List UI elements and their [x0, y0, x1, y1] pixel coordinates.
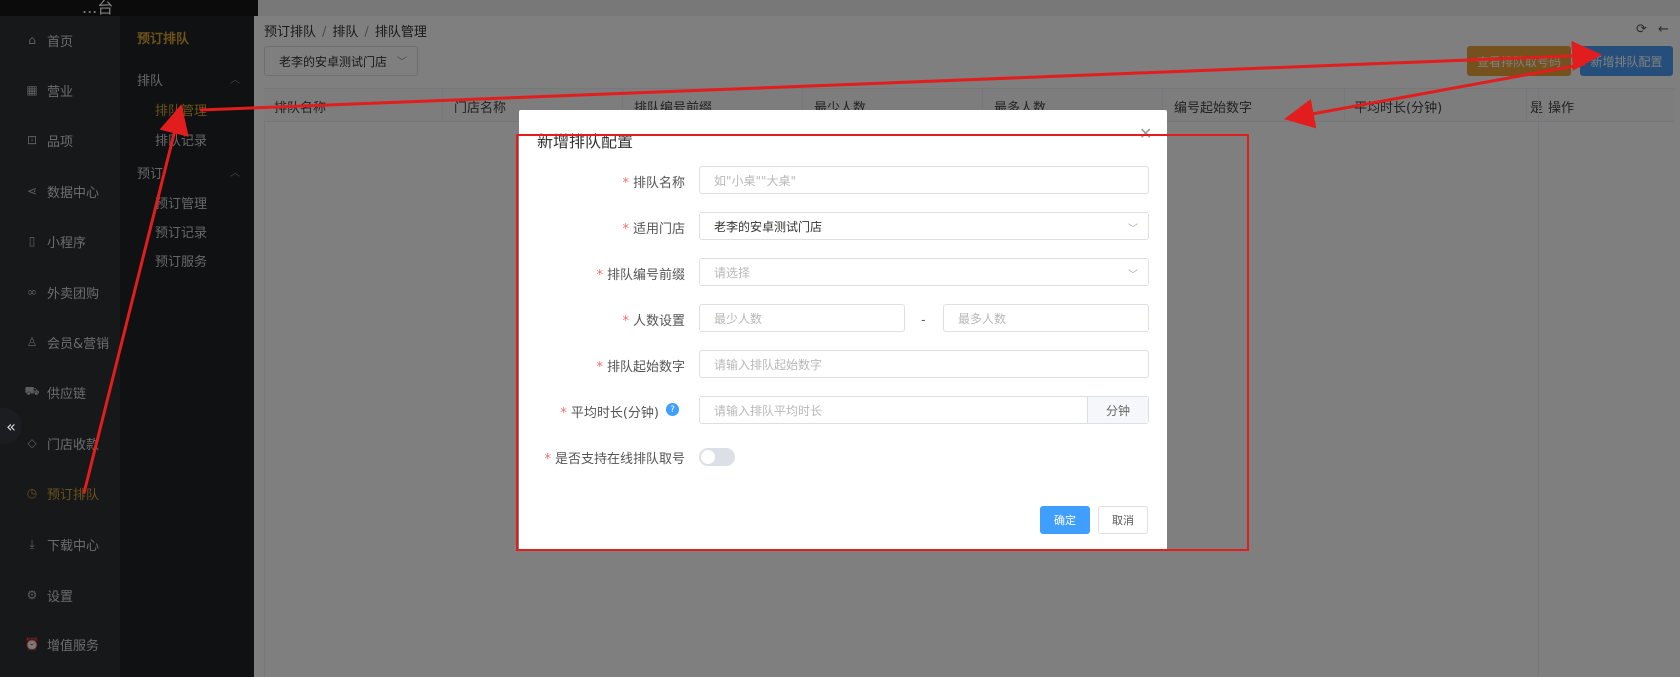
annotation-arrow: [1284, 62, 1586, 129]
annotation-arrow: [82, 104, 189, 494]
annotation-arrows: [82, 40, 1602, 494]
